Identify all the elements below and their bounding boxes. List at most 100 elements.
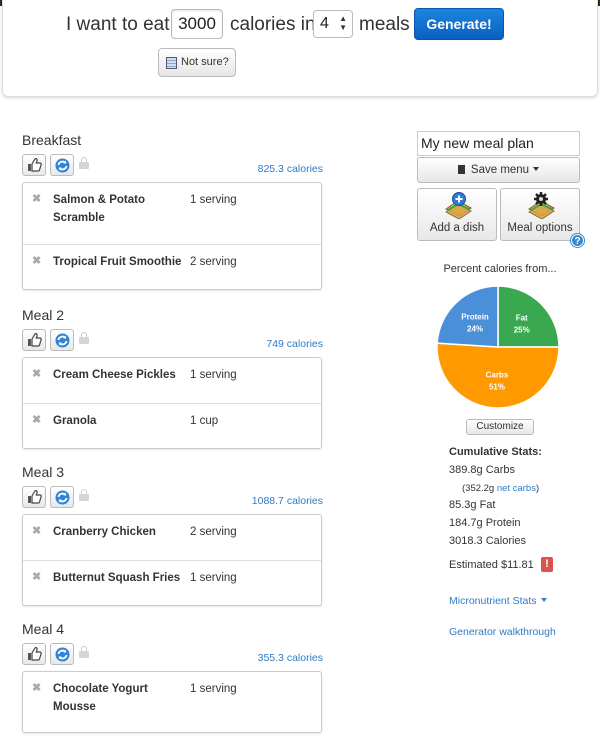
like-meal-button[interactable]: [22, 643, 46, 665]
food-item-row[interactable]: ✖ Cream Cheese Pickles 1 serving: [23, 358, 321, 403]
thumbs-up-icon: [28, 647, 42, 661]
pie-title: Percent calories from...: [443, 263, 557, 275]
meal-title: Breakfast: [22, 132, 82, 148]
pie-slice-fat: [497, 285, 560, 348]
like-meal-button[interactable]: [22, 154, 46, 176]
calories-input[interactable]: 3000: [171, 9, 223, 39]
pie-slice-label: 25%: [514, 325, 530, 334]
food-item-row[interactable]: ✖ Cranberry Chicken 2 serving: [23, 515, 321, 560]
refresh-icon: [55, 333, 70, 348]
thumbs-up-icon: [28, 333, 42, 347]
pie-slice-name: Carbs: [486, 371, 509, 380]
sandwich-gear-icon: [528, 192, 555, 219]
protein-stat: 184.7g Protein: [449, 517, 521, 529]
regenerate-meal-button[interactable]: [50, 154, 74, 176]
meal-title: Meal 2: [22, 307, 65, 323]
regenerate-meal-button[interactable]: [50, 329, 74, 351]
lock-icon[interactable]: [79, 157, 89, 169]
meals-count-select[interactable]: 4 ▲ ▼: [313, 10, 353, 38]
lock-icon[interactable]: [79, 332, 89, 344]
remove-icon[interactable]: ✖: [32, 570, 41, 583]
calculator-icon: [166, 57, 177, 69]
cumulative-stats-title: Cumulative Stats:: [449, 446, 542, 458]
net-carbs-value: (352.2g: [462, 483, 495, 494]
macro-pie-chart: Fat 25% Carbs 51% Protein 24%: [436, 285, 560, 409]
like-meal-button[interactable]: [22, 486, 46, 508]
food-name[interactable]: Salmon & Potato Scramble: [53, 191, 183, 227]
food-quantity[interactable]: 2 serving: [190, 253, 237, 271]
food-item-row[interactable]: ✖ Granola 1 cup: [23, 403, 321, 448]
micronutrient-stats-link[interactable]: Micronutrient Stats: [449, 595, 547, 607]
food-name[interactable]: Butternut Squash Fries: [53, 569, 183, 587]
net-carbs-stat: (352.2g net carbs): [462, 483, 539, 494]
help-icon[interactable]: ?: [571, 234, 584, 247]
food-name[interactable]: Cream Cheese Pickles: [53, 366, 183, 384]
food-quantity[interactable]: 1 serving: [190, 366, 237, 384]
meal-items-panel: ✖ Chocolate Yogurt Mousse 1 serving: [22, 671, 322, 733]
micronutrient-stats-label: Micronutrient Stats: [449, 595, 537, 607]
food-name[interactable]: Chocolate Yogurt Mousse: [53, 680, 183, 716]
eat-label: I want to eat: [66, 14, 170, 35]
food-item-row[interactable]: ✖ Chocolate Yogurt Mousse 1 serving: [23, 672, 321, 732]
food-quantity[interactable]: 1 serving: [190, 191, 237, 209]
food-item-row[interactable]: ✖ Tropical Fruit Smoothie 2 serving: [23, 244, 321, 289]
thumbs-up-icon: [28, 490, 42, 504]
generate-button[interactable]: Generate!: [414, 8, 504, 40]
pie-slice-name: Fat: [516, 313, 528, 322]
meal-options-label: Meal options: [507, 222, 573, 234]
add-dish-button[interactable]: Add a dish: [417, 188, 497, 241]
carbs-stat: 389.8g Carbs: [449, 464, 516, 476]
fat-stat: 85.3g Fat: [449, 499, 496, 511]
refresh-icon: [55, 490, 70, 505]
sandwich-plus-icon: [445, 192, 472, 219]
meal-calories-link[interactable]: 825.3 calories: [223, 163, 323, 175]
save-menu-label: Save menu: [470, 164, 530, 176]
meal-title: Meal 3: [22, 464, 65, 480]
remove-icon[interactable]: ✖: [32, 367, 41, 380]
meal-items-panel: ✖ Salmon & Potato Scramble 1 serving ✖ Tropi…: [22, 182, 322, 290]
caret-down-icon: [540, 598, 547, 602]
food-name[interactable]: Cranberry Chicken: [53, 523, 183, 541]
lock-icon[interactable]: [79, 489, 89, 501]
not-sure-label: Not sure?: [181, 56, 229, 68]
regenerate-meal-button[interactable]: [50, 643, 74, 665]
save-menu-button[interactable]: Save menu: [417, 157, 580, 183]
food-item-row[interactable]: ✖ Butternut Squash Fries 1 serving: [23, 560, 321, 605]
generator-walkthrough-link[interactable]: Generator walkthrough: [449, 626, 556, 638]
customize-button[interactable]: Customize: [466, 419, 534, 435]
meal-calories-link[interactable]: 749 calories: [223, 338, 323, 350]
meal-items-panel: ✖ Cream Cheese Pickles 1 serving ✖ Granola 1 …: [22, 357, 322, 449]
caret-down-icon: [533, 167, 540, 171]
pie-slice-name: Protein: [461, 313, 489, 322]
food-quantity[interactable]: 2 serving: [190, 523, 237, 541]
remove-icon[interactable]: ✖: [32, 192, 41, 205]
estimated-cost: Estimated $11.81: [449, 559, 534, 571]
meal-options-button[interactable]: Meal options: [500, 188, 580, 241]
food-name[interactable]: Tropical Fruit Smoothie: [53, 253, 183, 271]
meal-title: Meal 4: [22, 621, 65, 637]
food-name[interactable]: Granola: [53, 412, 183, 430]
remove-icon[interactable]: ✖: [32, 681, 41, 694]
meal-calories-link[interactable]: 1088.7 calories: [223, 495, 323, 507]
meals-label: meals: [359, 14, 410, 35]
remove-icon[interactable]: ✖: [32, 254, 41, 267]
refresh-icon: [55, 158, 70, 173]
remove-icon[interactable]: ✖: [32, 413, 41, 426]
meal-items-panel: ✖ Cranberry Chicken 2 serving ✖ Butternut Sq…: [22, 514, 322, 606]
food-quantity[interactable]: 1 serving: [190, 680, 237, 698]
warning-icon[interactable]: !: [541, 557, 553, 572]
like-meal-button[interactable]: [22, 329, 46, 351]
food-quantity[interactable]: 1 cup: [190, 412, 218, 430]
plan-name-input[interactable]: My new meal plan: [417, 131, 580, 156]
lock-icon[interactable]: [79, 646, 89, 658]
remove-icon[interactable]: ✖: [32, 524, 41, 537]
not-sure-button[interactable]: Not sure?: [158, 48, 236, 77]
meal-calories-link[interactable]: 355.3 calories: [223, 652, 323, 664]
regenerate-meal-button[interactable]: [50, 486, 74, 508]
calories-in-label: calories in: [230, 14, 316, 35]
food-item-row[interactable]: ✖ Salmon & Potato Scramble 1 serving: [23, 183, 321, 244]
calories-stat: 3018.3 Calories: [449, 535, 527, 547]
net-carbs-link[interactable]: net carbs: [497, 483, 536, 494]
food-quantity[interactable]: 1 serving: [190, 569, 237, 587]
pie-slice-label: 24%: [467, 325, 483, 334]
